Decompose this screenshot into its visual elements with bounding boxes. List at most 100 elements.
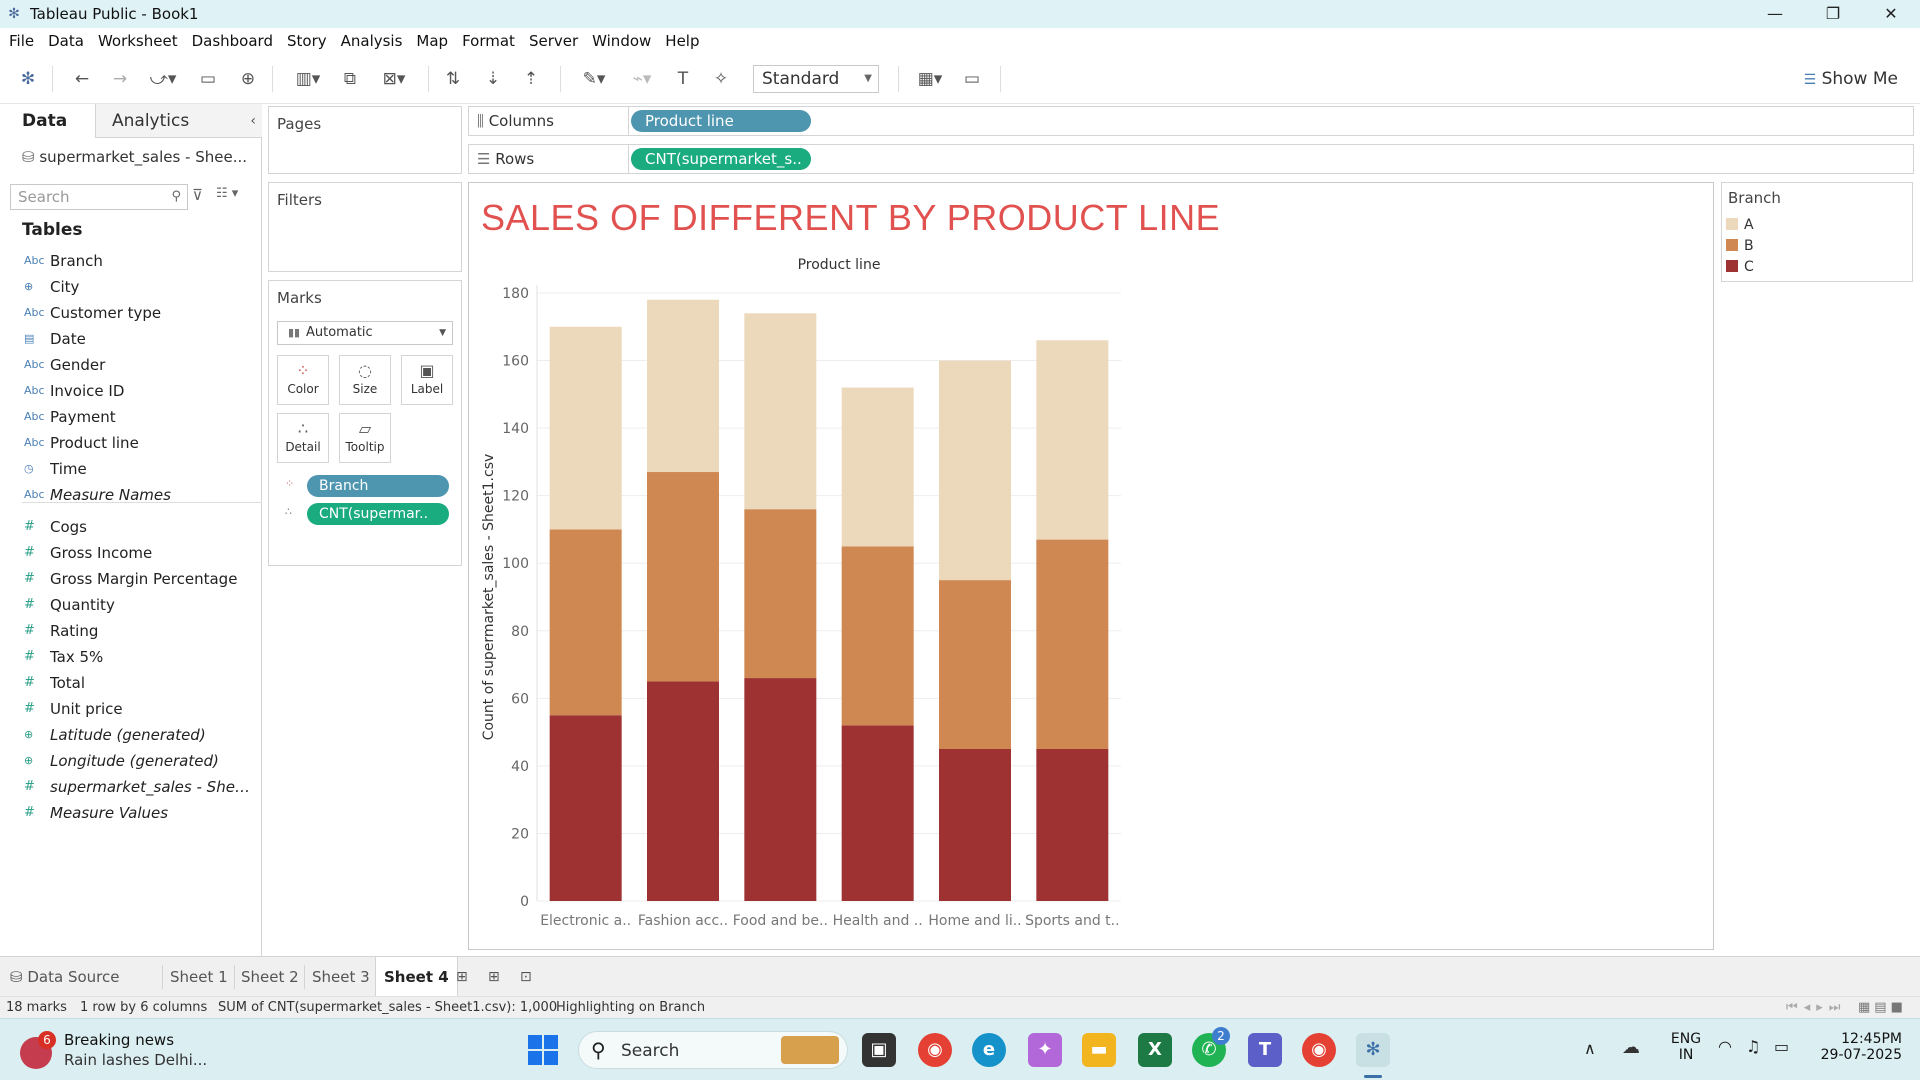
branch-legend[interactable]: Branch ABC bbox=[1721, 182, 1913, 282]
branch-color-pill[interactable]: Branch bbox=[307, 475, 449, 497]
field-item[interactable]: # Measure Values bbox=[0, 800, 262, 826]
field-item[interactable]: Abc Customer type bbox=[0, 300, 262, 326]
copilot-icon[interactable]: ✦ bbox=[1028, 1033, 1062, 1067]
tab-sheet-3[interactable]: Sheet 3 bbox=[312, 957, 370, 997]
menu-file[interactable]: File bbox=[2, 32, 41, 50]
edge-icon[interactable]: e bbox=[972, 1033, 1006, 1067]
windows-start-icon[interactable] bbox=[528, 1035, 558, 1065]
view-toggle-icon[interactable]: ▦▤■ bbox=[1858, 997, 1907, 1019]
field-item[interactable]: ⊕ Longitude (generated) bbox=[0, 748, 262, 774]
filter-icon[interactable]: ⊽ bbox=[192, 186, 203, 204]
field-item[interactable]: # Cogs bbox=[0, 514, 262, 540]
wifi-icon[interactable]: ◠ bbox=[1718, 1037, 1732, 1056]
excel-icon[interactable]: X bbox=[1138, 1033, 1172, 1067]
field-item[interactable]: Abc Branch bbox=[0, 248, 262, 274]
bar-segment-b[interactable] bbox=[549, 529, 622, 716]
news-title[interactable]: Breaking news bbox=[64, 1031, 174, 1049]
new-datasource-icon[interactable]: ⊕ bbox=[238, 68, 258, 90]
bar-segment-c[interactable] bbox=[939, 749, 1011, 901]
field-item[interactable]: ⊕ City bbox=[0, 274, 262, 300]
bar-segment-c[interactable] bbox=[549, 715, 622, 901]
field-item[interactable]: ▤ Date bbox=[0, 326, 262, 352]
cnt-rows-pill[interactable]: CNT(supermarket_s.. bbox=[631, 148, 811, 170]
field-item[interactable]: Abc Invoice ID bbox=[0, 378, 262, 404]
clear-sheet-icon[interactable]: ⊠▾ bbox=[374, 68, 414, 90]
field-item[interactable]: Abc Product line bbox=[0, 430, 262, 456]
datasource-item[interactable]: ⛁ supermarket_sales - Shee... bbox=[22, 148, 258, 166]
label-button[interactable]: ▣ Label bbox=[401, 355, 453, 405]
field-item[interactable]: Abc Payment bbox=[0, 404, 262, 430]
menu-server[interactable]: Server bbox=[522, 32, 585, 50]
bar-segment-c[interactable] bbox=[841, 725, 914, 901]
field-item[interactable]: # Rating bbox=[0, 618, 262, 644]
filters-card[interactable]: Filters bbox=[268, 182, 462, 272]
bar-segment-b[interactable] bbox=[647, 472, 719, 682]
tableau-home-icon[interactable]: ✻ bbox=[18, 68, 38, 90]
tab-sheet-4[interactable]: Sheet 4 bbox=[375, 957, 458, 997]
tab-sheet-2[interactable]: Sheet 2 bbox=[241, 957, 299, 997]
menu-story[interactable]: Story bbox=[280, 32, 334, 50]
bar-segment-a[interactable] bbox=[744, 313, 817, 510]
field-item[interactable]: # Tax 5% bbox=[0, 644, 262, 670]
legend-item[interactable]: B bbox=[1726, 236, 1754, 256]
rows-shelf[interactable]: ☰ Rows CNT(supermarket_s.. bbox=[468, 144, 1914, 174]
bar-segment-b[interactable] bbox=[1036, 539, 1109, 749]
teams-icon[interactable]: T bbox=[1248, 1033, 1282, 1067]
taskbar-search-input[interactable]: ⚲ Search bbox=[578, 1031, 848, 1069]
view-options-icon[interactable]: ☷ ▾ bbox=[216, 186, 238, 201]
presentation-icon[interactable]: ▭ bbox=[960, 68, 984, 90]
group-icon[interactable]: ⌁▾ bbox=[624, 68, 660, 90]
menu-map[interactable]: Map bbox=[409, 32, 455, 50]
minimize-icon[interactable]: — bbox=[1746, 0, 1804, 28]
detail-button[interactable]: ∴ Detail bbox=[277, 413, 329, 463]
tab-data[interactable]: Data bbox=[0, 104, 96, 138]
data-source-tab[interactable]: ⛁ Data Source bbox=[10, 957, 119, 997]
field-item[interactable]: # Gross Income bbox=[0, 540, 262, 566]
field-item[interactable]: # Quantity bbox=[0, 592, 262, 618]
sort-descending-icon[interactable]: ⇡ bbox=[520, 68, 542, 90]
bar-segment-b[interactable] bbox=[939, 580, 1011, 749]
columns-shelf[interactable]: ⫼ Columns Product line bbox=[468, 106, 1914, 136]
product-line-pill[interactable]: Product line bbox=[631, 110, 811, 132]
clock[interactable]: 12:45PM 29-07-2025 bbox=[1806, 1031, 1902, 1063]
menu-format[interactable]: Format bbox=[455, 32, 522, 50]
bar-segment-c[interactable] bbox=[647, 681, 719, 901]
new-dashboard-tab-icon[interactable]: ⊞ bbox=[488, 957, 500, 997]
battery-icon[interactable]: ▭ bbox=[1774, 1037, 1789, 1056]
field-item[interactable]: # Total bbox=[0, 670, 262, 696]
language-indicator[interactable]: ENG IN bbox=[1668, 1031, 1704, 1063]
menu-analysis[interactable]: Analysis bbox=[334, 32, 410, 50]
bar-segment-b[interactable] bbox=[841, 546, 914, 726]
new-story-tab-icon[interactable]: ⊡ bbox=[520, 957, 532, 997]
menu-help[interactable]: Help bbox=[658, 32, 706, 50]
task-view-icon[interactable]: ▣ bbox=[862, 1033, 896, 1067]
new-worksheet-icon[interactable]: ▥▾ bbox=[288, 68, 328, 90]
bar-segment-c[interactable] bbox=[1036, 749, 1109, 901]
sort-ascending-icon[interactable]: ⇣ bbox=[482, 68, 504, 90]
close-icon[interactable]: ✕ bbox=[1862, 0, 1920, 28]
cnt-detail-pill[interactable]: CNT(supermar.. bbox=[307, 503, 449, 525]
tableau-taskbar-icon[interactable]: ✻ bbox=[1356, 1033, 1390, 1067]
field-item[interactable]: Abc Gender bbox=[0, 352, 262, 378]
file-explorer-icon[interactable]: ▬ bbox=[1082, 1033, 1116, 1067]
bar-segment-a[interactable] bbox=[549, 326, 622, 530]
fit-select[interactable]: Standard ▼ bbox=[753, 65, 879, 93]
legend-item[interactable]: A bbox=[1726, 215, 1754, 235]
field-item[interactable]: # supermarket_sales - Sheet... bbox=[0, 774, 262, 800]
collapse-pane-icon[interactable]: ‹ bbox=[250, 104, 256, 138]
menu-dashboard[interactable]: Dashboard bbox=[185, 32, 280, 50]
chrome-profile-icon[interactable]: ◉ bbox=[1302, 1033, 1336, 1067]
search-input[interactable]: Search ⚲ bbox=[10, 184, 188, 210]
menu-data[interactable]: Data bbox=[41, 32, 91, 50]
bar-segment-a[interactable] bbox=[1036, 340, 1109, 540]
labels-icon[interactable]: T bbox=[672, 68, 694, 90]
size-button[interactable]: ◌ Size bbox=[339, 355, 391, 405]
volume-icon[interactable]: ♫ bbox=[1746, 1037, 1760, 1056]
new-worksheet-tab-icon[interactable]: ⊞ bbox=[456, 957, 468, 997]
legend-item[interactable]: C bbox=[1726, 257, 1754, 277]
field-item[interactable]: ⊕ Latitude (generated) bbox=[0, 722, 262, 748]
bar-segment-a[interactable] bbox=[841, 387, 914, 547]
tab-analytics[interactable]: Analytics bbox=[112, 104, 189, 138]
field-item[interactable]: ◷ Time bbox=[0, 456, 262, 482]
menu-worksheet[interactable]: Worksheet bbox=[91, 32, 185, 50]
